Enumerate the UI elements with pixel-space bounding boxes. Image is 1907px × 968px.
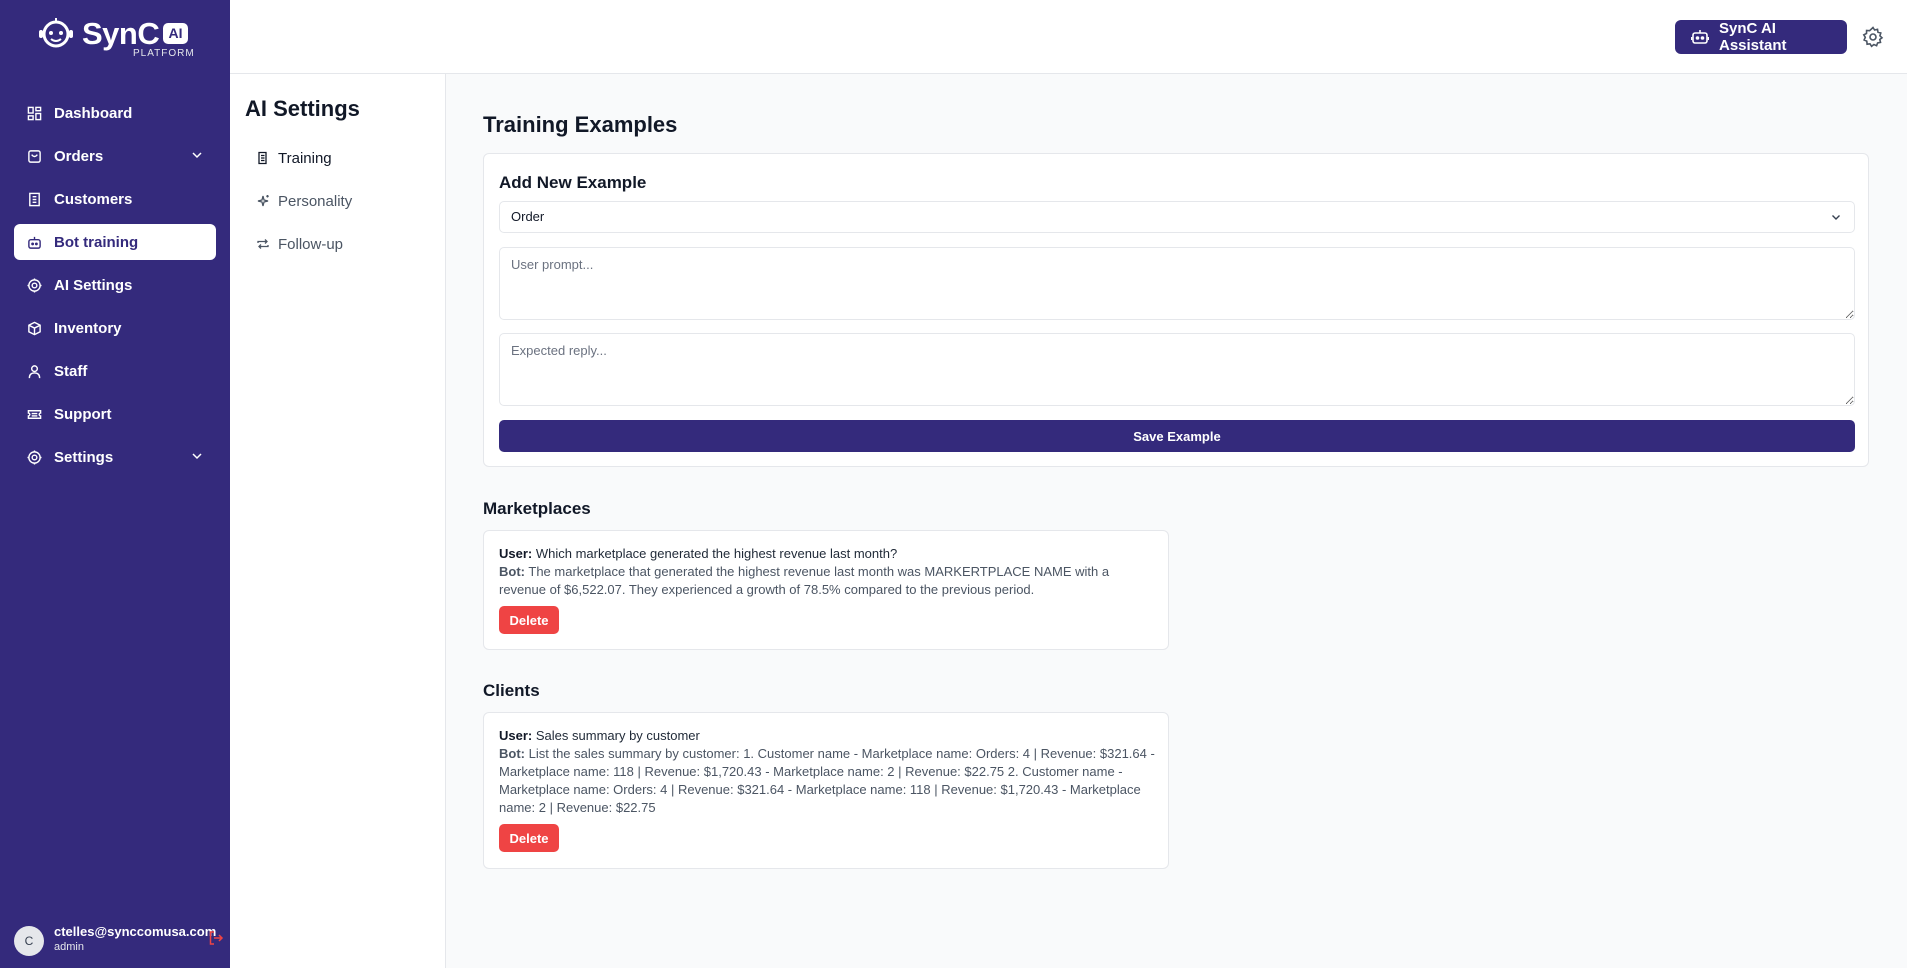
example-bot-line: Bot: The marketplace that generated the …	[499, 563, 1159, 599]
bot-label: Bot:	[499, 746, 525, 761]
brand-logo[interactable]: SynC AI PLATFORM	[38, 14, 198, 60]
sidebar: SynC AI PLATFORM Dashboard Orders Custom…	[0, 0, 230, 968]
user-label: User:	[499, 546, 533, 561]
sidebar-item-label: Dashboard	[54, 104, 133, 122]
category-select[interactable]: Order	[499, 201, 1855, 233]
sidebar-item-ai-settings[interactable]: AI Settings	[14, 267, 216, 303]
sidebar-item-label: Support	[54, 405, 112, 423]
robot-icon	[1691, 30, 1709, 44]
category-selected-value: Order	[511, 209, 545, 224]
example-card: User: Which marketplace generated the hi…	[483, 530, 1169, 650]
user-text: Which marketplace generated the highest …	[535, 546, 898, 561]
sidebar-nav: Dashboard Orders Customers Bot training	[14, 95, 216, 482]
example-user-line: User: Which marketplace generated the hi…	[499, 545, 1159, 563]
example-bot-line: Bot: List the sales summary by customer:…	[499, 745, 1159, 817]
document-icon	[258, 151, 267, 165]
example-card: User: Sales summary by customer Bot: Lis…	[483, 712, 1169, 869]
repeat-icon	[257, 239, 269, 249]
add-example-card: Add New Example Order Save Example	[483, 153, 1869, 467]
sidebar-item-label: Staff	[54, 362, 88, 380]
settings-tab-label: Follow-up	[278, 235, 344, 253]
top-header: SynC AI Assistant	[230, 0, 1907, 74]
ticket-icon	[26, 406, 42, 422]
bag-icon	[26, 148, 42, 164]
brand-subtitle: PLATFORM	[133, 48, 195, 59]
chevron-down-icon[interactable]	[190, 449, 204, 463]
bot-text: List the sales summary by customer: 1. C…	[499, 746, 1155, 815]
logout-icon[interactable]	[208, 930, 224, 946]
gear-icon	[26, 277, 42, 293]
sidebar-item-customers[interactable]: Customers	[14, 181, 216, 217]
dashboard-icon	[26, 105, 42, 121]
delete-button[interactable]: Delete	[499, 824, 559, 852]
building-icon	[26, 191, 42, 207]
user-label: User:	[499, 728, 533, 743]
sidebar-item-dashboard[interactable]: Dashboard	[14, 95, 216, 131]
box-icon	[26, 320, 42, 336]
sidebar-item-bot-training[interactable]: Bot training	[14, 224, 216, 260]
sidebar-item-label: Inventory	[54, 319, 122, 337]
ai-settings-nav: AI Settings Training Personality Follow-…	[230, 74, 446, 968]
section-title-clients: Clients	[483, 681, 540, 700]
sidebar-item-orders[interactable]: Orders	[14, 138, 216, 174]
settings-nav-title: AI Settings	[245, 96, 360, 121]
settings-tab-label: Training	[278, 149, 332, 167]
settings-tab-training[interactable]: Training	[256, 148, 332, 168]
settings-tab-personality[interactable]: Personality	[256, 191, 352, 211]
user-text: Sales summary by customer	[535, 728, 700, 743]
example-user-line: User: Sales summary by customer	[499, 727, 1159, 745]
user-prompt-input[interactable]	[499, 247, 1855, 320]
save-example-button[interactable]: Save Example	[499, 420, 1855, 452]
section-title-marketplaces: Marketplaces	[483, 499, 591, 518]
chevron-down-icon	[1832, 215, 1840, 220]
page-title: Training Examples	[483, 112, 678, 137]
sidebar-item-inventory[interactable]: Inventory	[14, 310, 216, 346]
delete-button[interactable]: Delete	[499, 606, 559, 634]
chevron-down-icon[interactable]	[190, 148, 204, 162]
brand-badge: AI	[163, 23, 188, 44]
expected-reply-input[interactable]	[499, 333, 1855, 406]
user-profile: C ctelles@synccomusa.com admin	[14, 924, 224, 958]
sidebar-item-support[interactable]: Support	[14, 396, 216, 432]
settings-gear-icon[interactable]	[1862, 26, 1884, 48]
gear-icon	[26, 449, 42, 465]
user-icon	[26, 363, 42, 379]
sidebar-item-settings[interactable]: Settings	[14, 439, 216, 475]
ai-assistant-button[interactable]: SynC AI Assistant	[1675, 20, 1847, 54]
settings-tab-follow-up[interactable]: Follow-up	[256, 234, 343, 254]
bot-text: The marketplace that generated the highe…	[499, 564, 1110, 597]
sidebar-item-label: Orders	[54, 147, 104, 165]
bot-label: Bot:	[499, 564, 525, 579]
sparkles-icon	[257, 195, 269, 207]
avatar[interactable]: C	[14, 926, 44, 956]
robot-face-icon	[39, 18, 73, 48]
sidebar-item-label: Settings	[54, 448, 114, 466]
sidebar-item-label: Customers	[54, 190, 133, 208]
sidebar-item-label: AI Settings	[54, 276, 133, 294]
ai-assistant-label: SynC AI Assistant	[1718, 20, 1787, 54]
settings-tab-label: Personality	[278, 192, 353, 210]
user-email: ctelles@synccomusa.com	[54, 924, 217, 939]
user-role: admin	[54, 941, 84, 953]
add-example-title: Add New Example	[499, 173, 647, 192]
bot-icon	[26, 234, 42, 250]
brand-name: SynC	[82, 16, 160, 51]
sidebar-item-staff[interactable]: Staff	[14, 353, 216, 389]
sidebar-item-label: Bot training	[54, 233, 139, 251]
